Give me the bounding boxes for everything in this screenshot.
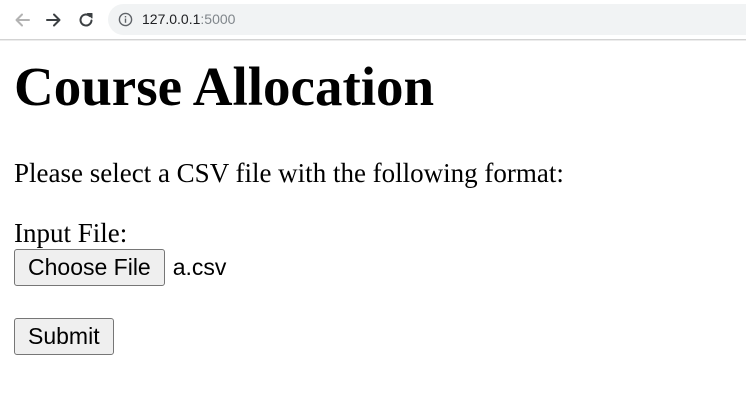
submit-button[interactable]: Submit xyxy=(14,318,114,355)
reload-icon xyxy=(79,13,93,27)
page-description: Please select a CSV file with the follow… xyxy=(14,158,564,188)
arrow-right-icon xyxy=(46,13,61,27)
back-button[interactable] xyxy=(10,8,34,32)
page-title: Course Allocation xyxy=(14,56,435,117)
info-icon[interactable] xyxy=(118,12,133,27)
arrow-left-icon xyxy=(15,13,30,27)
reload-button[interactable] xyxy=(74,8,98,32)
url-text[interactable]: 127.0.0.1:5000 xyxy=(142,4,235,35)
choose-file-button[interactable]: Choose File xyxy=(14,249,165,286)
input-file-label: Input File: xyxy=(14,218,128,248)
url-port: :5000 xyxy=(200,11,236,27)
selected-file-name: a.csv xyxy=(172,254,227,280)
address-bar[interactable]: 127.0.0.1:5000 xyxy=(108,4,746,35)
forward-button[interactable] xyxy=(42,8,66,32)
url-host: 127.0.0.1 xyxy=(142,11,201,27)
browser-toolbar: 127.0.0.1:5000 xyxy=(0,0,746,40)
file-input[interactable]: Choose File a.csv xyxy=(14,249,226,286)
